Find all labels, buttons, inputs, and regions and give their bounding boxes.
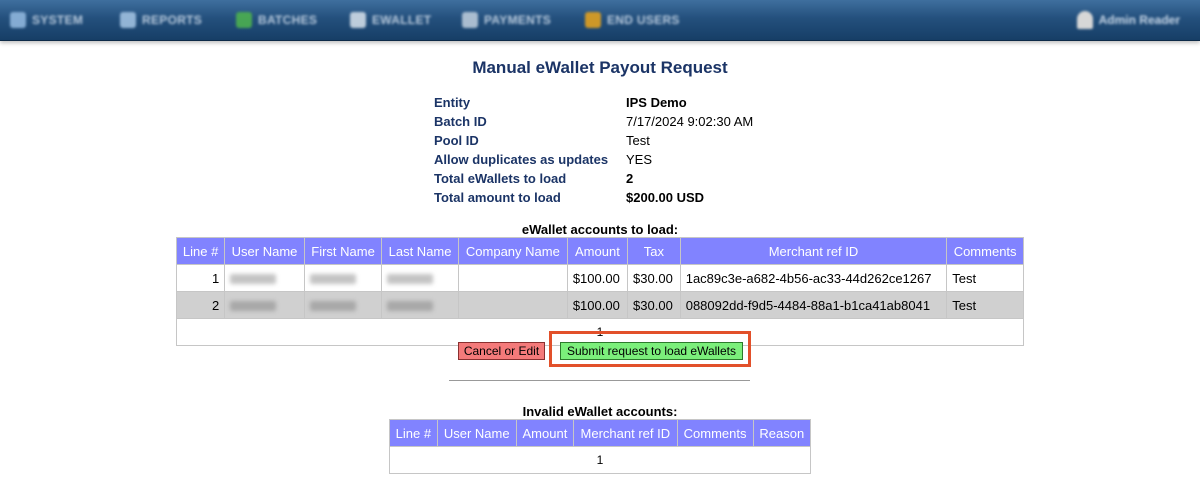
end-users-icon	[585, 12, 601, 28]
col-first-name: First Name	[303, 237, 383, 265]
pool-id-label: Pool ID	[434, 133, 479, 148]
invalid-caption: Invalid eWallet accounts:	[522, 404, 678, 419]
nav-reports[interactable]: REPORTS	[120, 8, 202, 32]
nav-ewallet[interactable]: EWALLET	[350, 8, 431, 32]
nav-end-users[interactable]: END USERS	[585, 8, 680, 32]
cell-last-name-redacted	[381, 291, 459, 319]
highlight-box	[549, 331, 751, 367]
cell-user-name-redacted	[224, 264, 305, 292]
page-title: Manual eWallet Payout Request	[472, 58, 728, 77]
ewallet-icon	[350, 12, 366, 28]
batch-id-label: Batch ID	[434, 114, 487, 129]
cell-amount: $100.00	[566, 264, 629, 292]
accounts-caption: eWallet accounts to load:	[521, 222, 679, 237]
table-row: 2 $100.00 $30.00 088092dd-f9d5-4484-88a1…	[175, 291, 1024, 319]
user-name: Admin Reader	[1098, 13, 1180, 27]
cancel-or-edit-button[interactable]: Cancel or Edit	[458, 342, 545, 360]
col-user-name: User Name	[224, 237, 305, 265]
payments-icon	[462, 12, 478, 28]
cell-tax: $30.00	[627, 291, 681, 319]
total-wallets-label: Total eWallets to load	[434, 171, 567, 186]
cell-first-name-redacted	[303, 264, 383, 292]
invalid-header-row: Line # User Name Amount Merchant ref ID …	[389, 419, 812, 447]
cell-line: 1	[175, 264, 226, 292]
nav-end-users-label: END USERS	[607, 13, 680, 27]
accounts-header-row: Line # User Name First Name Last Name Co…	[175, 237, 1024, 265]
invalid-accounts-table: Line # User Name Amount Merchant ref ID …	[389, 419, 812, 474]
batches-icon	[236, 12, 252, 28]
summary-total-amount: Total amount to load $200.00 USD	[434, 188, 753, 207]
summary-batch-id: Batch ID 7/17/2024 9:02:30 AM	[434, 112, 753, 131]
col-company-name: Company Name	[457, 237, 568, 265]
entity-label: Entity	[434, 95, 471, 110]
summary-entity: Entity IPS Demo	[434, 93, 753, 112]
nav-payments[interactable]: PAYMENTS	[462, 8, 551, 32]
user-menu[interactable]: Admin Reader	[1076, 8, 1180, 32]
cell-last-name-redacted	[381, 264, 459, 292]
cell-first-name-redacted	[303, 291, 383, 319]
summary-pool-id: Pool ID Test	[434, 131, 753, 150]
total-wallets-value: 2	[626, 171, 634, 186]
cell-user-name-redacted	[224, 291, 305, 319]
cell-tax: $30.00	[627, 264, 681, 292]
cell-comments: Test	[946, 291, 1024, 319]
col-merchant-ref: Merchant ref ID	[573, 419, 678, 447]
col-user-name: User Name	[436, 419, 517, 447]
cell-comments: Test	[946, 264, 1024, 292]
table-row: 1 $100.00 $30.00 1ac89c3e-a682-4b56-ac33…	[175, 264, 1024, 292]
nav-batches-label: BATCHES	[258, 13, 318, 27]
batch-id-value: 7/17/2024 9:02:30 AM	[626, 114, 754, 129]
request-summary: Entity IPS Demo Batch ID 7/17/2024 9:02:30…	[434, 93, 753, 207]
col-last-name: Last Name	[381, 237, 459, 265]
nav-system[interactable]: SYSTEM	[10, 8, 83, 32]
summary-duplicates: Allow duplicates as updates YES	[434, 150, 753, 169]
duplicates-value: YES	[626, 152, 653, 167]
nav-payments-label: PAYMENTS	[484, 13, 552, 27]
col-merchant-ref: Merchant ref ID	[679, 237, 948, 265]
cell-company-name	[457, 264, 568, 292]
accounts-table: Line # User Name First Name Last Name Co…	[175, 237, 1024, 346]
col-tax: Tax	[627, 237, 681, 265]
summary-total-wallets: Total eWallets to load 2	[434, 169, 753, 188]
user-avatar-icon	[1076, 11, 1093, 29]
pool-id-value: Test	[626, 133, 650, 148]
col-amount: Amount	[566, 237, 629, 265]
cell-company-name	[457, 291, 568, 319]
col-line: Line #	[389, 419, 438, 447]
total-amount-value: $200.00 USD	[626, 190, 705, 205]
nav-ewallet-label: EWALLET	[372, 13, 432, 27]
system-icon	[10, 12, 26, 28]
col-comments: Comments	[676, 419, 754, 447]
page-number[interactable]: 1	[389, 446, 811, 474]
reports-icon	[120, 12, 136, 28]
col-amount: Amount	[515, 419, 575, 447]
entity-value: IPS Demo	[626, 95, 687, 110]
invalid-pager-row: 1	[389, 446, 811, 474]
nav-reports-label: REPORTS	[142, 13, 203, 27]
section-divider	[449, 380, 750, 381]
cell-line: 2	[175, 291, 226, 319]
col-line: Line #	[175, 237, 226, 265]
top-nav-bar: SYSTEM REPORTS BATCHES EWALLET PAYMENTS …	[0, 0, 1200, 41]
nav-batches[interactable]: BATCHES	[236, 8, 317, 32]
cell-amount: $100.00	[566, 291, 629, 319]
total-amount-label: Total amount to load	[434, 190, 561, 205]
cell-merchant-ref: 088092dd-f9d5-4484-88a1-b1ca41ab8041	[679, 291, 948, 319]
nav-system-label: SYSTEM	[32, 13, 84, 27]
duplicates-label: Allow duplicates as updates	[434, 152, 609, 167]
col-reason: Reason	[752, 419, 812, 447]
cell-merchant-ref: 1ac89c3e-a682-4b56-ac33-44d262ce1267	[679, 264, 948, 292]
col-comments: Comments	[946, 237, 1024, 265]
